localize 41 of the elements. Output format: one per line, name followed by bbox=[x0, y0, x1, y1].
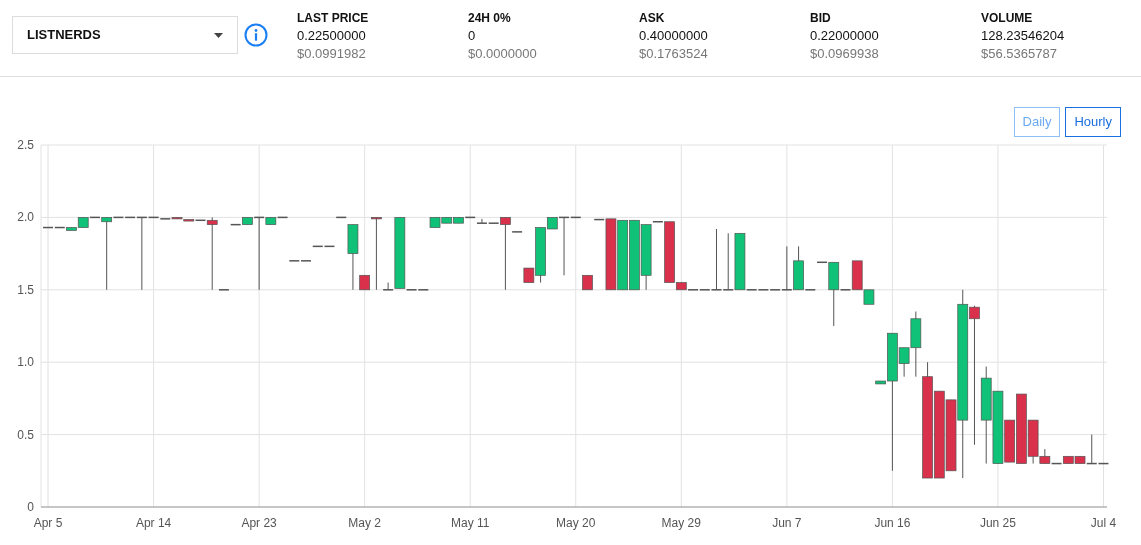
market-dropdown[interactable]: LISTNERDS bbox=[12, 16, 238, 54]
candlestick bbox=[335, 216, 347, 219]
stat-value: 0.22000000 bbox=[810, 27, 880, 45]
axis-label: Jul 4 bbox=[1090, 516, 1117, 530]
stat-label: LAST PRICE bbox=[297, 10, 370, 26]
axis-label: May 29 bbox=[661, 516, 701, 530]
stat-usd-value: $0.1763524 bbox=[639, 45, 709, 63]
axis-label: 1.0 bbox=[17, 355, 34, 370]
stat-value: 0 bbox=[468, 27, 477, 45]
caret-icon bbox=[214, 32, 223, 38]
stat-value: 0.40000000 bbox=[639, 27, 709, 45]
stat-label: 24H 0% bbox=[468, 10, 512, 26]
axis-label: Apr 14 bbox=[135, 516, 172, 530]
candlestick bbox=[629, 219, 640, 291]
stat-usd-value: $0.0991982 bbox=[297, 45, 367, 63]
axis-label: 2.0 bbox=[17, 210, 34, 225]
stat-usd-value: $0.0969938 bbox=[810, 45, 880, 63]
axis-label: May 11 bbox=[451, 516, 490, 530]
axis-label: 1.5 bbox=[17, 282, 34, 297]
stat-usd-value: $0.0000000 bbox=[468, 45, 538, 63]
candlestick bbox=[582, 274, 593, 291]
axis-label: Apr 5 bbox=[33, 516, 63, 530]
stat-usd-value: $56.5365787 bbox=[981, 45, 1058, 63]
candlestick bbox=[722, 232, 734, 291]
stat-label: BID bbox=[810, 10, 832, 26]
info-icon[interactable] bbox=[244, 23, 268, 47]
axis-label: Jun 16 bbox=[874, 516, 911, 530]
axis-label: Apr 23 bbox=[241, 516, 277, 530]
axis-label: 2.5 bbox=[17, 140, 34, 152]
candlestick bbox=[617, 219, 628, 291]
axis-label: 0.5 bbox=[17, 427, 34, 442]
axis-label: May 2 bbox=[348, 516, 381, 530]
axis-label: May 20 bbox=[556, 516, 596, 530]
axis-label: 0 bbox=[27, 500, 34, 514]
axis-label: Jun 25 bbox=[979, 516, 1016, 530]
axis-label: Jun 7 bbox=[772, 516, 802, 530]
stat-value: 0.22500000 bbox=[297, 27, 367, 45]
stat-label: ASK bbox=[639, 10, 666, 26]
stat-value: 128.23546204 bbox=[981, 27, 1066, 45]
interval-tab[interactable]: Hourly bbox=[1065, 107, 1121, 137]
stat-label: VOLUME bbox=[981, 10, 1034, 26]
